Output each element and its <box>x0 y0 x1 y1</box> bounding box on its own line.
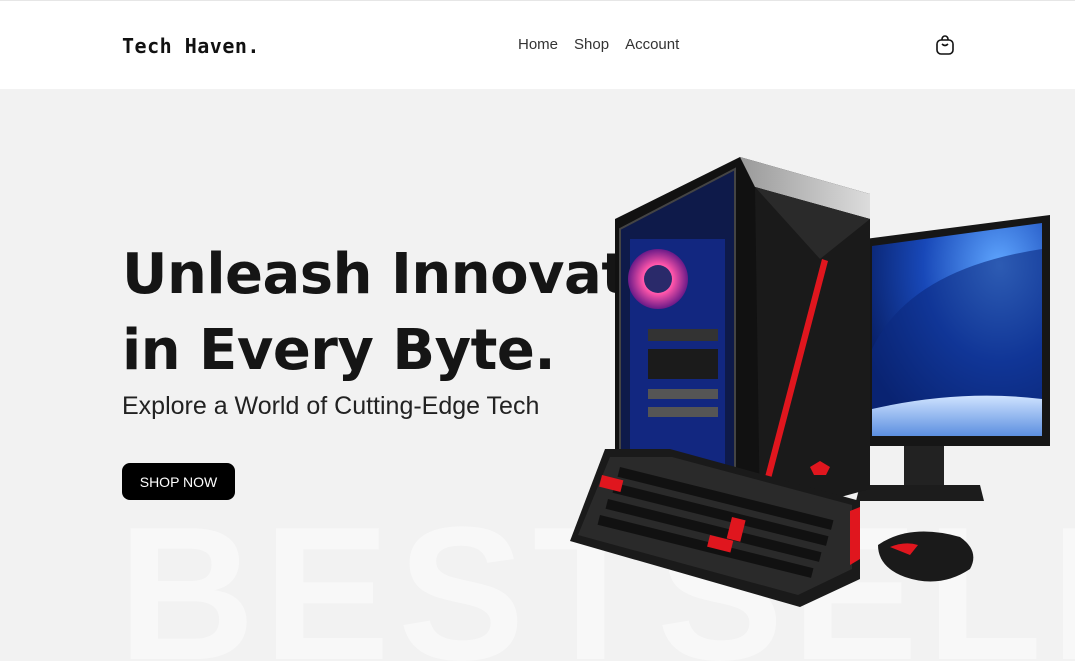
nav-shop-link[interactable]: Shop <box>574 36 609 53</box>
gaming-pc-image <box>570 157 1050 607</box>
hero-banner: BESTSELLER Unleash Innovation in Every B… <box>0 89 1075 661</box>
bottom-edge <box>0 661 1075 672</box>
mouse-illustration <box>878 531 974 582</box>
main-nav: Home Shop Account <box>518 36 679 53</box>
monitor-illustration <box>856 215 1050 501</box>
hero-subheadline: Explore a World of Cutting-Edge Tech <box>122 392 540 420</box>
nav-home-link[interactable]: Home <box>518 36 558 53</box>
site-header: Tech Haven. Home Shop Account <box>0 1 1075 89</box>
site-logo[interactable]: Tech Haven. <box>122 34 260 58</box>
shop-now-button[interactable]: SHOP NOW <box>122 463 235 500</box>
nav-account-link[interactable]: Account <box>625 36 679 53</box>
shopping-bag-icon[interactable] <box>934 34 956 56</box>
